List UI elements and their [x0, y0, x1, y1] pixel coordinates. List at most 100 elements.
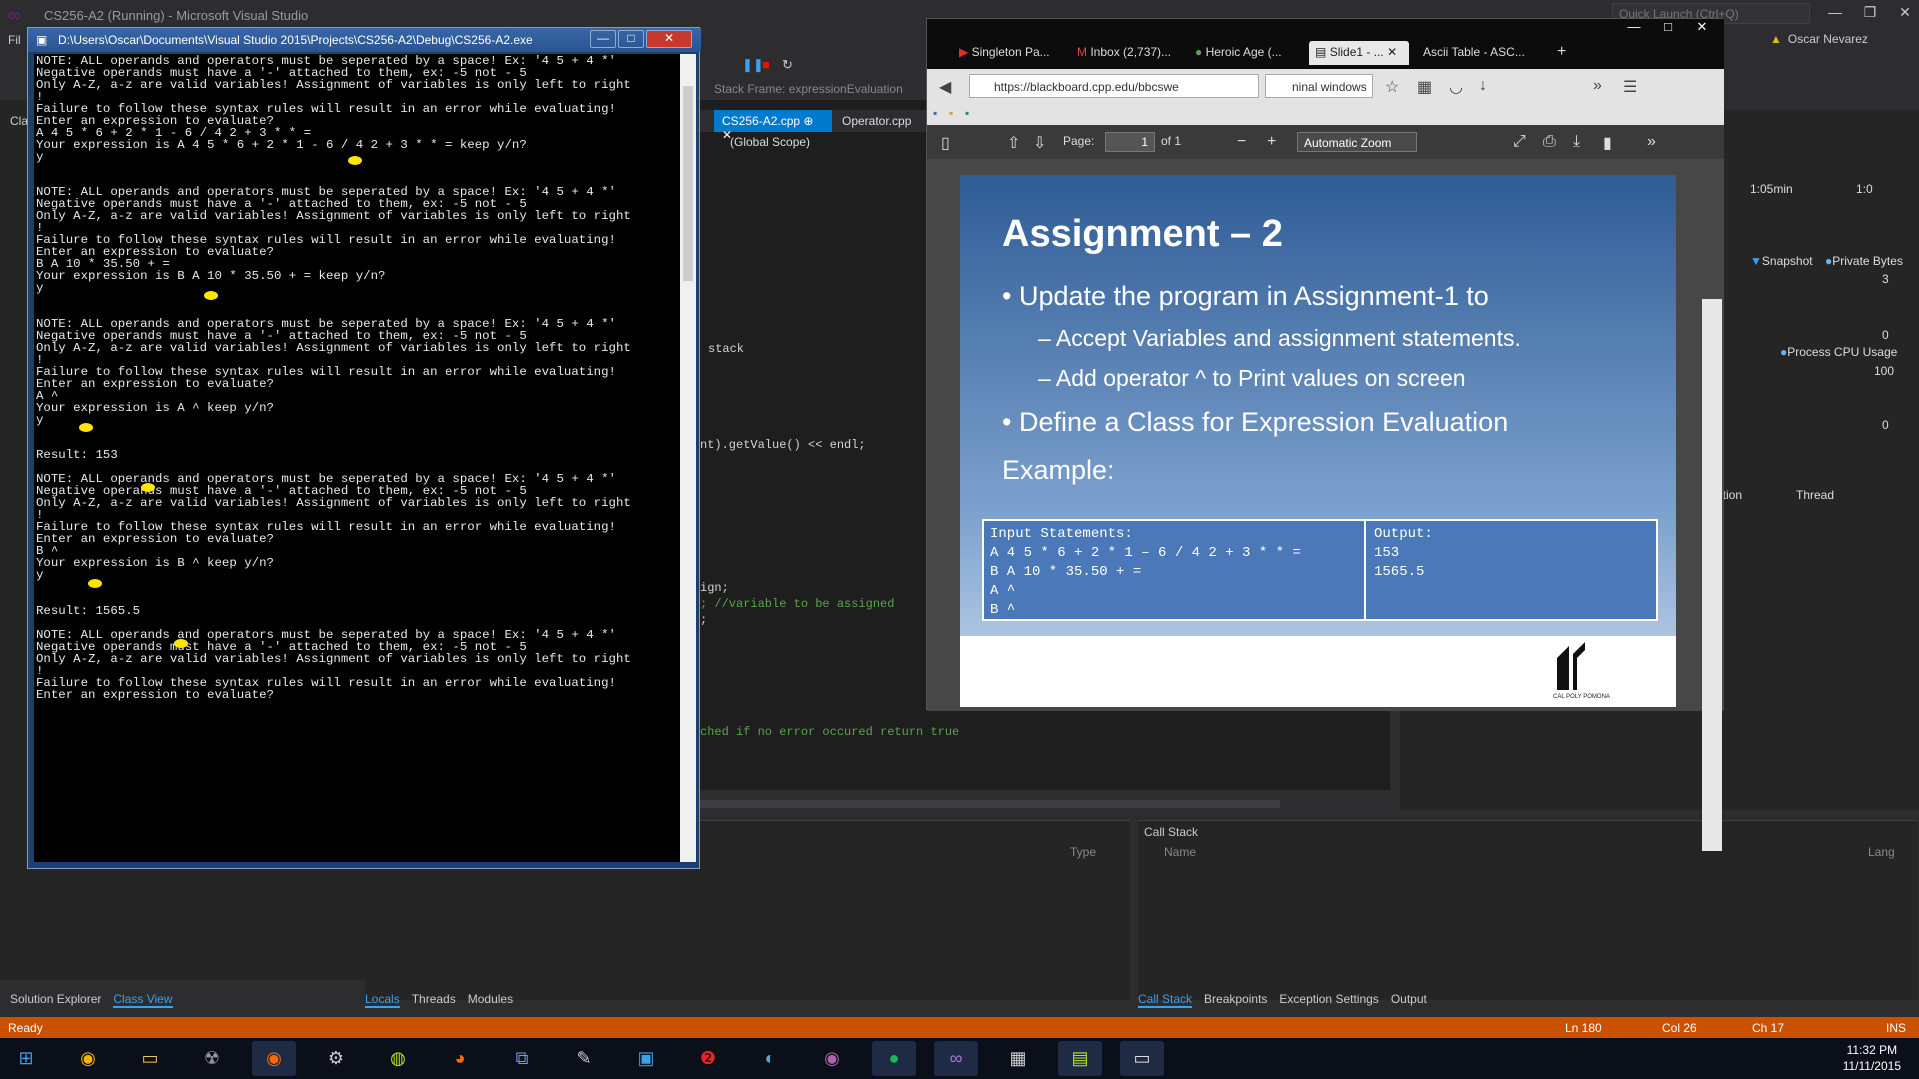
media-icon[interactable]: ◉	[810, 1041, 854, 1076]
ff-tab-active[interactable]: ▤ Slide1 - ... ✕	[1309, 41, 1409, 65]
pocket-icon[interactable]: ◡	[1449, 77, 1463, 97]
console-icon: ▣	[36, 33, 48, 47]
ff-tab[interactable]: ▶ Singleton Pa...	[953, 41, 1056, 65]
app-icon[interactable]: ◕	[438, 1041, 482, 1076]
tab-class-view[interactable]: Class View	[113, 992, 173, 1008]
clock[interactable]: 11:32 PM 11/11/2015	[1843, 1042, 1901, 1074]
search-input[interactable]: ninal windows	[1265, 74, 1373, 98]
app-icon[interactable]: ▤	[1058, 1041, 1102, 1076]
scope-dropdown[interactable]: (Global Scope)	[730, 135, 810, 149]
highlight-mark	[79, 423, 93, 432]
fullscreen-icon[interactable]: ⤢	[1513, 133, 1526, 151]
stack-frame-value[interactable]: expressionEvaluation	[789, 82, 903, 96]
column-header-thread[interactable]: Thread	[1796, 488, 1834, 502]
restart-icon[interactable]: ↻	[782, 57, 793, 73]
bookmarks-menu-icon[interactable]: ▦	[1417, 77, 1432, 97]
tab-breakpoints[interactable]: Breakpoints	[1204, 992, 1267, 1006]
network-app-icon[interactable]: ⧉	[500, 1041, 544, 1076]
folder-icon[interactable]: ▪	[949, 106, 953, 120]
stop-icon[interactable]: ■	[762, 57, 770, 72]
ff-maximize-icon[interactable]: □	[1651, 19, 1685, 37]
bookmark-star-icon[interactable]: ☆	[1385, 77, 1399, 97]
ff-tab[interactable]: ● Heroic Age (...	[1189, 41, 1288, 65]
menu-icon[interactable]: ☰	[1623, 77, 1637, 97]
tab-solution-explorer[interactable]: Solution Explorer	[10, 992, 101, 1006]
next-page-icon[interactable]: ⇩	[1033, 133, 1046, 153]
close-icon[interactable]: ✕	[1890, 4, 1919, 24]
steam-icon[interactable]: ⚙	[314, 1041, 358, 1076]
app-icon[interactable]: ✎	[562, 1041, 606, 1076]
visual-studio-taskbar-icon[interactable]: ∞	[934, 1041, 978, 1076]
file-explorer-icon[interactable]: ▭	[128, 1041, 172, 1076]
editor-horizontal-scrollbar[interactable]	[700, 800, 1280, 808]
tab-operator-cpp[interactable]: Operator.cpp	[834, 110, 930, 132]
slide-sub-bullet: – Accept Variables and assignment statem…	[1038, 325, 1521, 351]
console-output[interactable]: NOTE: ALL operands and operators must be…	[34, 54, 680, 862]
spotify-icon[interactable]: ●	[872, 1041, 916, 1076]
chrome-icon[interactable]: ◉	[66, 1041, 110, 1076]
console-window[interactable]: ▣ D:\Users\Oscar\Documents\Visual Studio…	[27, 27, 701, 869]
print-icon[interactable]: ⎙	[1543, 133, 1556, 151]
type-column-header[interactable]: Type	[1070, 845, 1096, 859]
console-scroll-thumb[interactable]	[683, 86, 693, 281]
back-icon[interactable]: ◀	[939, 77, 951, 97]
debug-tabs-left: Locals Threads Modules	[365, 992, 525, 1008]
console-line: y	[36, 567, 44, 582]
zoom-in-icon[interactable]: +	[1267, 133, 1276, 151]
save-icon[interactable]: ⤓	[1573, 133, 1580, 151]
previous-page-icon[interactable]: ⇧	[1007, 133, 1020, 153]
start-button-icon[interactable]: ⊞	[4, 1041, 48, 1076]
firefox-icon[interactable]: ◉	[252, 1041, 296, 1076]
name-column-header[interactable]: Name	[1164, 845, 1196, 859]
app-icon[interactable]: ▣	[624, 1041, 668, 1076]
pause-icon[interactable]: ❚❚	[742, 57, 764, 73]
console-maximize-icon[interactable]: □	[618, 30, 644, 48]
tools-icon[interactable]: »	[1647, 133, 1656, 151]
page-number-input[interactable]: 1	[1105, 132, 1155, 152]
lang-column-header[interactable]: Lang	[1868, 845, 1895, 859]
pin-icon[interactable]: ⊕	[803, 114, 813, 128]
console-close-icon[interactable]: ✕	[646, 30, 692, 48]
console-taskbar-icon[interactable]: ▭	[1120, 1041, 1164, 1076]
tab-locals[interactable]: Locals	[365, 992, 400, 1008]
firefox-window[interactable]: — □ ✕ ▶ Singleton Pa... M Inbox (2,737).…	[926, 18, 1724, 851]
slide-sub-bullet: – Add operator ^ to Print values on scre…	[1038, 365, 1466, 391]
app-icon[interactable]: ◍	[376, 1041, 420, 1076]
tab-output[interactable]: Output	[1391, 992, 1427, 1006]
tab-threads[interactable]: Threads	[412, 992, 456, 1006]
tab-modules[interactable]: Modules	[468, 992, 513, 1006]
menu-file[interactable]: Fil	[0, 30, 30, 50]
ff-tab[interactable]: M Inbox (2,737)...	[1071, 41, 1177, 65]
debug-tabs-right: Call Stack Breakpoints Exception Settings O…	[1138, 992, 1439, 1008]
app-icon[interactable]: ❷	[686, 1041, 730, 1076]
new-tab-icon[interactable]: +	[1551, 39, 1572, 63]
calculator-icon[interactable]: ▦	[996, 1041, 1040, 1076]
zoom-select[interactable]: Automatic Zoom	[1297, 132, 1417, 152]
pdf-scrollbar[interactable]	[1702, 299, 1722, 851]
tab-exception-settings[interactable]: Exception Settings	[1279, 992, 1378, 1006]
bookmark-icon[interactable]: ▪	[933, 106, 937, 120]
close-tab-icon[interactable]: ✕	[1387, 45, 1397, 59]
status-bar: Ready Ln 180 Col 26 Ch 17 INS	[0, 1017, 1919, 1038]
zoom-out-icon[interactable]: −	[1237, 133, 1246, 151]
maximize-icon[interactable]: ❐	[1855, 4, 1885, 24]
app-icon[interactable]: ☢	[190, 1041, 234, 1076]
download-icon[interactable]: ↓	[1479, 77, 1487, 95]
ff-tab[interactable]: Ascii Table - ASC...	[1417, 41, 1531, 65]
site-icon: ●	[1195, 45, 1203, 59]
app-icon[interactable]: ◐	[748, 1041, 792, 1076]
tab-call-stack[interactable]: Call Stack	[1138, 992, 1193, 1008]
ff-close-icon[interactable]: ✕	[1685, 19, 1719, 37]
user-account[interactable]: ▲ Oscar Nevarez	[1770, 32, 1868, 46]
tab-cs256-a2-cpp[interactable]: CS256-A2.cpp ⊕ ✕	[714, 110, 832, 142]
overflow-icon[interactable]: »	[1593, 77, 1602, 95]
pdf-viewer[interactable]: Assignment – 2 • Update the program in A…	[927, 159, 1724, 851]
bookmark-icon[interactable]: ▮	[1603, 133, 1612, 153]
console-minimize-icon[interactable]: —	[590, 30, 616, 48]
sidebar-toggle-icon[interactable]: ▯	[941, 133, 950, 153]
bookmark-icon[interactable]: ▪	[965, 106, 969, 120]
cpu-max: 100	[1874, 364, 1895, 378]
url-bar[interactable]: https://blackboard.cpp.edu/bbcswe	[969, 74, 1259, 98]
minimize-icon[interactable]: —	[1820, 4, 1850, 24]
ff-minimize-icon[interactable]: —	[1617, 19, 1651, 37]
